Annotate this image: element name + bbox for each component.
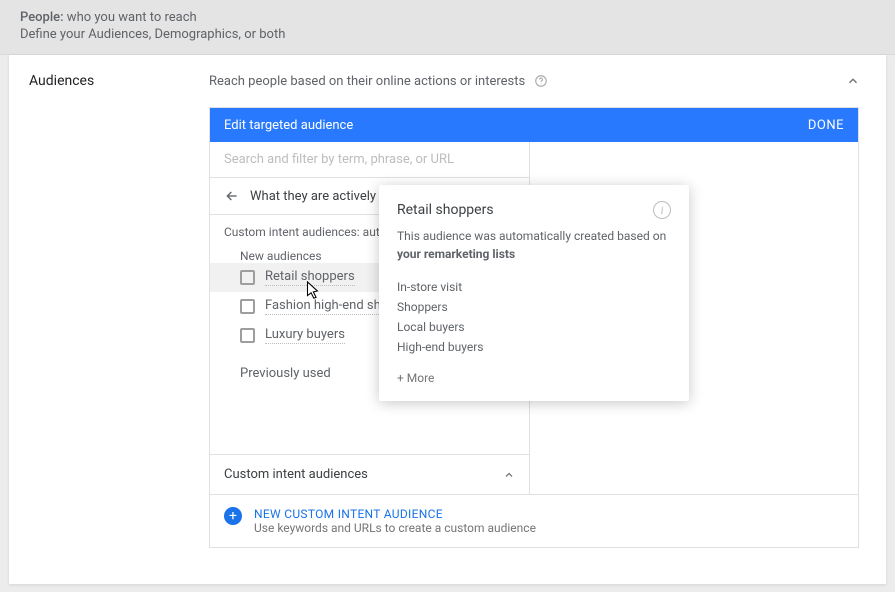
popover-title: Retail shoppers — [397, 202, 494, 218]
audience-item-label: Retail shoppers — [265, 269, 355, 286]
checkbox-icon[interactable] — [240, 328, 255, 343]
audience-item-label: Luxury buyers — [265, 327, 345, 344]
cia-label: Custom intent audiences — [224, 467, 368, 482]
header-line1: People: who you want to reach — [20, 10, 875, 25]
audiences-description: Reach people based on their online actio… — [209, 74, 846, 89]
header-title-bold: People: — [20, 10, 64, 25]
search-input[interactable]: Search and filter by term, phrase, or UR… — [210, 142, 529, 178]
checkbox-icon[interactable] — [240, 270, 255, 285]
popover-list-item: In-store visit — [397, 277, 671, 297]
popover-description: This audience was automatically created … — [397, 227, 671, 263]
card-subheader-row: Audiences Reach people based on their on… — [29, 73, 866, 89]
custom-intent-audiences-row[interactable]: Custom intent audiences — [210, 454, 529, 494]
page-header: People: who you want to reach Define you… — [0, 0, 895, 55]
done-button[interactable]: DONE — [808, 118, 844, 133]
popover-more-button[interactable]: + More — [397, 371, 671, 385]
audience-tooltip-popover: Retail shoppers i This audience was auto… — [379, 185, 689, 401]
plus-icon: + — [224, 507, 242, 525]
audiences-card: Audiences Reach people based on their on… — [9, 55, 886, 584]
cta-subtitle: Use keywords and URLs to create a custom… — [254, 521, 536, 535]
popover-list: In-store visit Shoppers Local buyers Hig… — [397, 277, 671, 357]
chevron-up-icon — [503, 469, 515, 481]
back-arrow-icon — [224, 188, 240, 204]
popover-list-item: Local buyers — [397, 317, 671, 337]
new-cia-cta[interactable]: + NEW CUSTOM INTENT AUDIENCE Use keyword… — [210, 494, 858, 547]
info-icon[interactable]: i — [653, 201, 671, 219]
cta-title: NEW CUSTOM INTENT AUDIENCE — [254, 507, 536, 521]
panel-edit-title: Edit targeted audience — [224, 118, 353, 133]
header-subtitle: Define your Audiences, Demographics, or … — [20, 27, 875, 42]
popover-list-item: High-end buyers — [397, 337, 671, 357]
previously-used-label: Previously used — [240, 366, 331, 381]
header-title-rest: who you want to reach — [64, 10, 197, 25]
help-icon[interactable] — [534, 74, 548, 88]
collapse-icon[interactable] — [846, 74, 866, 88]
panel-title-bar: Edit targeted audience DONE — [210, 108, 858, 142]
checkbox-icon[interactable] — [240, 299, 255, 314]
audiences-label: Audiences — [29, 73, 209, 89]
popover-list-item: Shoppers — [397, 297, 671, 317]
